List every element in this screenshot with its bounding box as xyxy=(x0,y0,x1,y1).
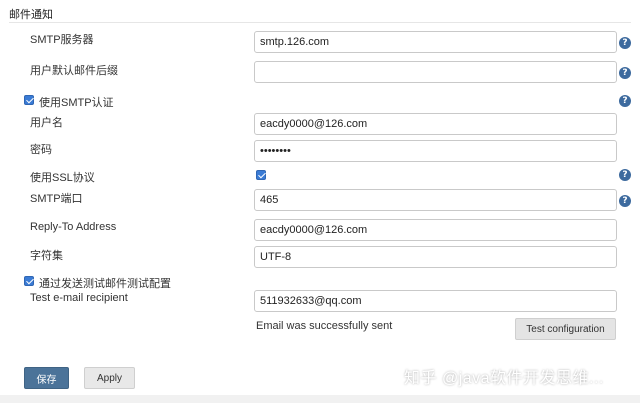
use-ssl-help-icon[interactable]: ? xyxy=(619,169,631,181)
reply-to-label: Reply-To Address xyxy=(30,221,117,233)
use-ssl-label: 使用SSL协议 xyxy=(30,172,95,184)
smtp-server-label: SMTP服务器 xyxy=(30,34,94,46)
smtp-port-help-icon[interactable]: ? xyxy=(619,195,631,207)
section-divider xyxy=(9,22,631,23)
username-label: 用户名 xyxy=(30,117,63,129)
charset-input[interactable] xyxy=(254,246,617,268)
status-message: Email was successfully sent xyxy=(256,320,393,332)
default-suffix-input[interactable] xyxy=(254,61,617,83)
watermark: 知乎 @java软件开发思维... xyxy=(404,370,604,387)
smtp-server-input[interactable] xyxy=(254,31,617,53)
default-suffix-help-icon[interactable]: ? xyxy=(619,67,631,79)
smtp-port-input[interactable] xyxy=(254,189,617,211)
test-recipient-label: Test e-mail recipient xyxy=(30,292,128,304)
smtp-port-label: SMTP端口 xyxy=(30,193,83,205)
password-label: 密码 xyxy=(30,144,52,156)
password-input[interactable] xyxy=(254,140,617,162)
username-input[interactable] xyxy=(254,113,617,135)
send-test-label: 通过发送测试邮件测试配置 xyxy=(39,278,171,290)
use-ssl-checkbox[interactable] xyxy=(256,170,266,180)
charset-label: 字符集 xyxy=(30,250,63,262)
smtp-auth-help-icon[interactable]: ? xyxy=(619,95,631,107)
test-configuration-button[interactable]: Test configuration xyxy=(515,318,616,340)
smtp-server-help-icon[interactable]: ? xyxy=(619,37,631,49)
save-button[interactable]: 保存 xyxy=(24,367,69,389)
bottom-bar xyxy=(0,395,640,403)
section-title: 邮件通知 xyxy=(9,9,53,21)
smtp-auth-checkbox[interactable] xyxy=(24,95,34,105)
test-recipient-input[interactable] xyxy=(254,290,617,312)
reply-to-input[interactable] xyxy=(254,219,617,241)
smtp-auth-label: 使用SMTP认证 xyxy=(39,97,114,109)
send-test-checkbox[interactable] xyxy=(24,276,34,286)
default-suffix-label: 用户默认邮件后缀 xyxy=(30,65,118,77)
apply-button[interactable]: Apply xyxy=(84,367,135,389)
